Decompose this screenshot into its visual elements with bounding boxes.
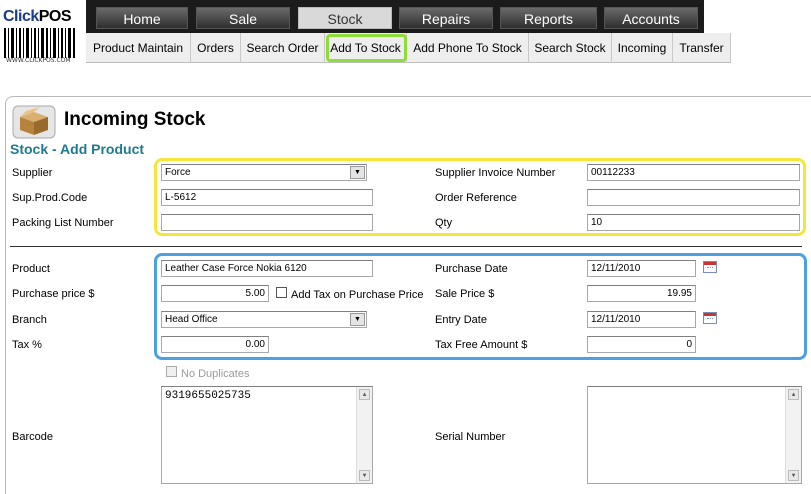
- supplier-label: Supplier: [12, 167, 53, 179]
- nav-tab-accounts[interactable]: Accounts: [604, 7, 698, 29]
- section-divider: [10, 246, 802, 247]
- logo-url: WWW.CLICKPOS.COM: [6, 57, 71, 64]
- subnav-add-phone-to-stock[interactable]: Add Phone To Stock: [407, 33, 529, 63]
- serial-number-label: Serial Number: [435, 431, 506, 443]
- scroll-down-icon[interactable]: ▼: [359, 470, 370, 481]
- order-reference-input[interactable]: [587, 189, 800, 206]
- purchase-price-label: Purchase price $: [12, 288, 95, 300]
- logo-brand-part1: Click: [3, 8, 39, 25]
- highlight-add-to-stock: [326, 34, 407, 62]
- cardboard-box-icon: [12, 105, 56, 139]
- sup-prod-code-label: Sup.Prod.Code: [12, 192, 88, 204]
- product-label: Product: [12, 263, 50, 275]
- nav-tab-repairs[interactable]: Repairs: [399, 7, 493, 29]
- scroll-down-icon[interactable]: ▼: [788, 470, 799, 481]
- qty-input[interactable]: 10: [587, 214, 800, 231]
- sale-price-label: Sale Price $: [435, 288, 495, 300]
- barcode-textarea[interactable]: 9319655025735 ▲ ▼: [161, 386, 373, 484]
- scroll-up-icon[interactable]: ▲: [788, 389, 799, 400]
- entry-date-input[interactable]: 12/11/2010: [587, 311, 696, 328]
- supplier-select[interactable]: Force ▼: [161, 164, 367, 181]
- logo-wordmark: ClickPOS: [3, 8, 72, 26]
- subnav-search-order[interactable]: Search Order: [241, 33, 325, 63]
- tax-percent-label: Tax %: [12, 339, 42, 351]
- top-navigation: Home Sale Stock Repairs Reports Accounts: [86, 0, 704, 33]
- supplier-select-value: Force: [165, 167, 191, 178]
- purchase-date-input[interactable]: 12/11/2010: [587, 260, 696, 277]
- barcode-textarea-value: 9319655025735: [165, 390, 251, 402]
- chevron-down-icon[interactable]: ▼: [350, 313, 365, 326]
- tax-free-amount-input[interactable]: 0: [587, 336, 696, 353]
- nav-tab-home[interactable]: Home: [96, 7, 188, 29]
- subnav-incoming[interactable]: Incoming: [612, 33, 673, 63]
- barcode-scrollbar[interactable]: ▲ ▼: [356, 387, 372, 483]
- supplier-invoice-number-input[interactable]: 00112233: [587, 164, 800, 181]
- add-tax-on-purchase-price-label: Add Tax on Purchase Price: [291, 289, 424, 301]
- branch-select-value: Head Office: [165, 314, 218, 325]
- section-title: Stock - Add Product: [10, 141, 145, 157]
- packing-list-number-label: Packing List Number: [12, 217, 114, 229]
- clickpos-logo: ClickPOS WWW.CLICKPOS.COM: [0, 0, 86, 66]
- nav-tab-reports[interactable]: Reports: [500, 7, 597, 29]
- product-input[interactable]: Leather Case Force Nokia 6120: [161, 260, 373, 277]
- sub-navigation: Product Maintain Orders Search Order Add…: [86, 33, 731, 63]
- barcode-label: Barcode: [12, 431, 53, 443]
- no-duplicates-checkbox[interactable]: [166, 366, 177, 377]
- sale-price-input[interactable]: 19.95: [587, 285, 696, 302]
- serial-number-textarea[interactable]: ▲ ▼: [587, 386, 802, 484]
- branch-label: Branch: [12, 314, 47, 326]
- subnav-search-stock[interactable]: Search Stock: [529, 33, 612, 63]
- qty-label: Qty: [435, 217, 453, 229]
- logo-brand-part2: POS: [38, 8, 72, 25]
- subnav-orders[interactable]: Orders: [191, 33, 241, 63]
- branch-select[interactable]: Head Office ▼: [161, 311, 367, 328]
- nav-tab-sale[interactable]: Sale: [196, 7, 290, 29]
- supplier-invoice-number-label: Supplier Invoice Number: [435, 167, 556, 179]
- tax-free-amount-label: Tax Free Amount $: [435, 339, 528, 351]
- page-title: Incoming Stock: [64, 109, 206, 130]
- subnav-product-maintain[interactable]: Product Maintain: [86, 33, 191, 63]
- nav-tab-stock[interactable]: Stock: [298, 7, 392, 29]
- add-tax-on-purchase-price-checkbox[interactable]: [276, 287, 287, 298]
- sup-prod-code-input[interactable]: L-5612: [161, 189, 373, 206]
- barcode-logo-icon: [4, 28, 75, 58]
- scroll-up-icon[interactable]: ▲: [359, 389, 370, 400]
- order-reference-label: Order Reference: [435, 192, 517, 204]
- purchase-date-label: Purchase Date: [435, 263, 508, 275]
- packing-list-number-input[interactable]: [161, 214, 373, 231]
- purchase-price-input[interactable]: 5.00: [161, 285, 269, 302]
- subnav-transfer[interactable]: Transfer: [673, 33, 731, 63]
- chevron-down-icon[interactable]: ▼: [350, 166, 365, 179]
- purchase-date-calendar-icon[interactable]: [703, 261, 717, 273]
- serial-number-scrollbar[interactable]: ▲ ▼: [785, 387, 801, 483]
- entry-date-label: Entry Date: [435, 314, 487, 326]
- entry-date-calendar-icon[interactable]: [703, 312, 717, 324]
- tax-percent-input[interactable]: 0.00: [161, 336, 269, 353]
- no-duplicates-label: No Duplicates: [181, 368, 250, 380]
